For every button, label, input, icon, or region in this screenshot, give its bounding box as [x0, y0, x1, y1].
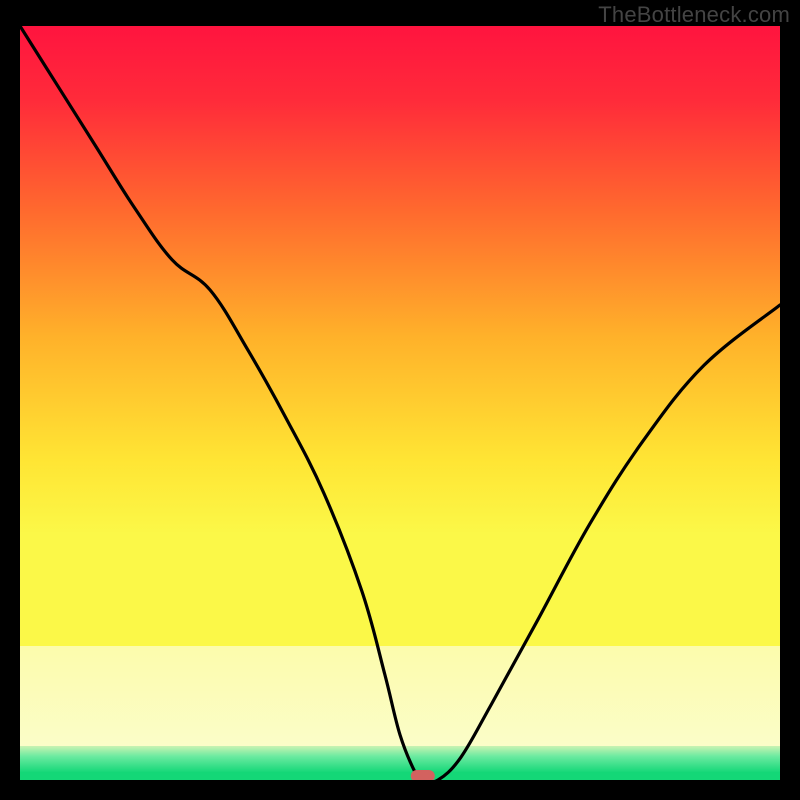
chart-frame: TheBottleneck.com [0, 0, 800, 800]
green-band [20, 746, 780, 772]
watermark-text: TheBottleneck.com [598, 2, 790, 28]
plot-area [20, 26, 780, 780]
frame-left [0, 0, 20, 800]
frame-right [780, 0, 800, 800]
frame-bottom [0, 780, 800, 800]
gradient-body [20, 26, 780, 646]
green-edge [20, 772, 780, 780]
bottleneck-chart [0, 0, 800, 800]
